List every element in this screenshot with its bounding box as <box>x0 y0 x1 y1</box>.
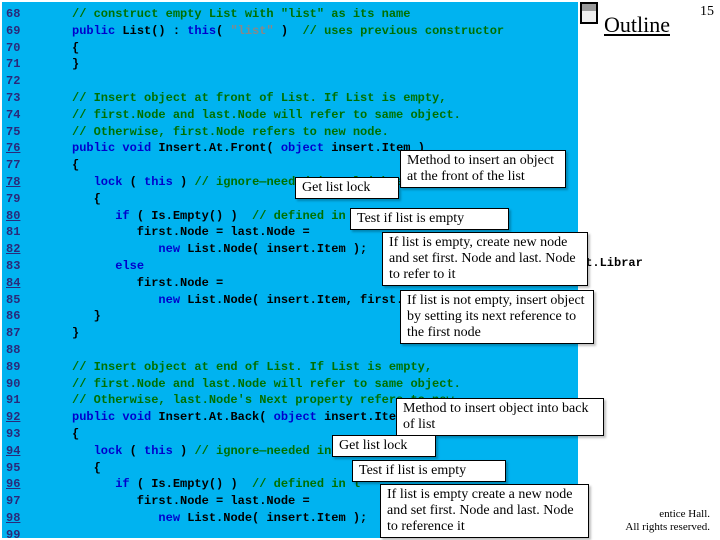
annot-get-lock-2: Get list lock <box>332 435 436 457</box>
footer-line2: All rights reserved. <box>625 521 710 533</box>
page-number: 15 <box>700 4 714 20</box>
annot-empty-create-2: If list is empty create a new node and s… <box>380 484 589 538</box>
line-number-gutter: 68 69 70 71 72 73 74 75 76 77 78 79 80 8… <box>6 6 20 538</box>
annot-insert-back-method: Method to insert object into back of lis… <box>396 398 604 436</box>
annot-get-lock-1: Get list lock <box>295 177 399 199</box>
annot-insert-front-method: Method to insert an object at the front … <box>400 150 566 188</box>
footer: entice Hall. All rights reserved. <box>625 508 710 534</box>
annot-empty-create: If list is empty, create new node and se… <box>382 232 588 286</box>
footer-line1: entice Hall. <box>659 508 710 520</box>
outline-label[interactable]: Outline <box>604 12 670 38</box>
scrollbar-thumb[interactable] <box>582 4 596 11</box>
annot-test-empty-1: Test if list is empty <box>350 208 509 230</box>
annot-not-empty-insert: If list is not empty, insert object by s… <box>400 290 594 344</box>
annot-test-empty-2: Test if list is empty <box>352 460 506 482</box>
mini-scrollbar[interactable] <box>580 2 598 24</box>
